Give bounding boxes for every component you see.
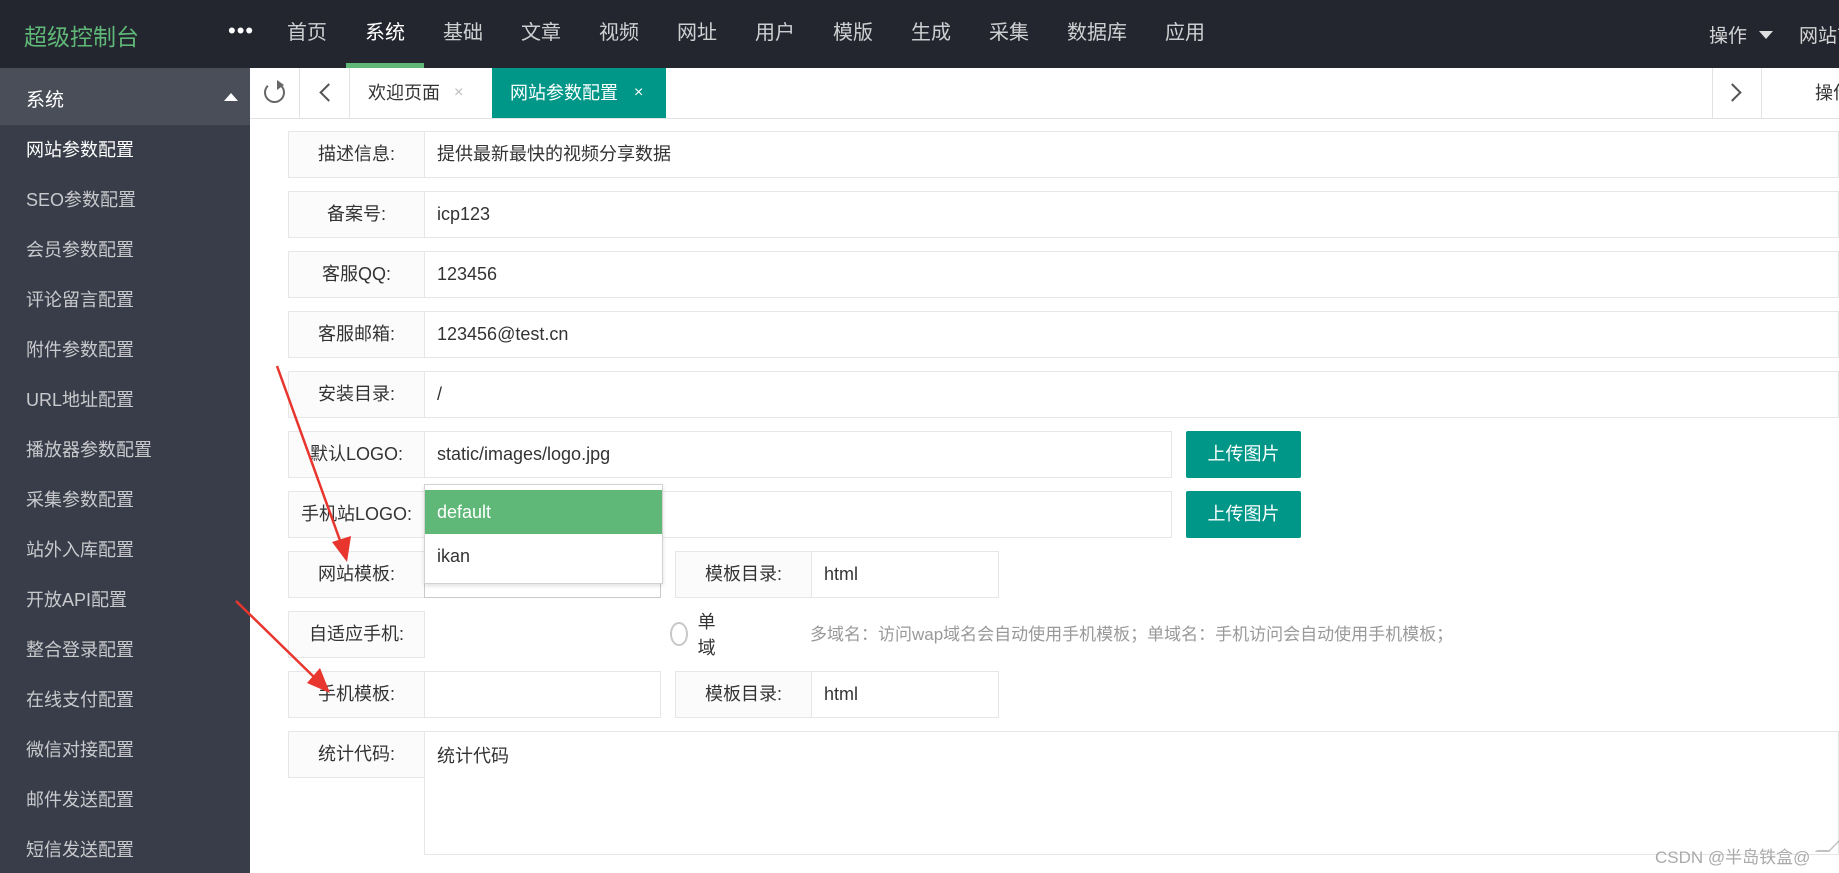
sidebar-item-player-config[interactable]: 播放器参数配置 xyxy=(0,425,250,475)
tab-operation-menu[interactable]: 操作 xyxy=(1815,68,1839,118)
header-site-link[interactable]: 网站首页 xyxy=(1799,21,1839,48)
adaptive-hint: 多域名：访问wap域名会自动使用手机模板；单域名：手机访问会自动使用手机模板； xyxy=(810,625,1454,644)
sidebar-item-api-config[interactable]: 开放API配置 xyxy=(0,575,250,625)
sidebar-item-comment-config[interactable]: 评论留言配置 xyxy=(0,275,250,325)
icp-input[interactable]: icp123 xyxy=(424,191,1839,238)
template-dir-input[interactable]: html xyxy=(811,551,999,598)
radio-circle-icon[interactable] xyxy=(670,622,688,646)
template-dropdown: default ikan xyxy=(424,484,663,584)
sidebar-item-seo-config[interactable]: SEO参数配置 xyxy=(0,175,250,225)
chevron-left-icon xyxy=(319,83,338,102)
logo-label: 默认LOGO: xyxy=(288,431,425,478)
close-icon[interactable]: × xyxy=(454,68,463,118)
top-nav: 首页 系统 基础 文章 视频 网址 用户 模版 生成 采集 数据库 应用 xyxy=(268,0,1224,68)
nav-video[interactable]: 视频 xyxy=(580,0,658,68)
mobile-template-label: 手机模板: xyxy=(288,671,425,718)
install-dir-label: 安装目录: xyxy=(288,371,425,418)
tab-welcome[interactable]: 欢迎页面 × xyxy=(350,68,493,118)
desc-label: 描述信息: xyxy=(288,131,425,178)
more-menu-icon[interactable]: ••• xyxy=(228,18,254,44)
single-domain-radio[interactable]: 单域 xyxy=(670,612,722,658)
nav-collect[interactable]: 采集 xyxy=(970,0,1048,68)
sidebar: 系统 网站参数配置 SEO参数配置 会员参数配置 评论留言配置 附件参数配置 U… xyxy=(0,68,250,873)
nav-template[interactable]: 模版 xyxy=(814,0,892,68)
header-operation-menu[interactable]: 操作 xyxy=(1709,21,1747,48)
mobile-logo-label: 手机站LOGO: xyxy=(288,491,425,538)
stats-textarea[interactable]: 统计代码 xyxy=(424,731,1839,855)
tab-prev-button[interactable] xyxy=(300,68,350,118)
nav-url[interactable]: 网址 xyxy=(658,0,736,68)
brand-logo[interactable]: 超级控制台 xyxy=(24,18,139,52)
header-right-menu: 操作 网站首页 xyxy=(1709,0,1839,68)
tab-site-config-label: 网站参数配置 xyxy=(510,83,618,103)
tab-site-config[interactable]: 网站参数配置 × xyxy=(492,68,666,118)
single-domain-label: 单域 xyxy=(697,612,716,658)
qq-input[interactable]: 123456 xyxy=(424,251,1839,298)
chevron-down-icon[interactable] xyxy=(1759,31,1773,39)
nav-database[interactable]: 数据库 xyxy=(1048,0,1146,68)
template-label: 网站模板: xyxy=(288,551,425,598)
template-dir-label: 模板目录: xyxy=(675,551,812,598)
qq-label: 客服QQ: xyxy=(288,251,425,298)
sidebar-group-system[interactable]: 系统 xyxy=(0,68,250,125)
nav-system[interactable]: 系统 xyxy=(346,0,424,68)
sidebar-item-url-config[interactable]: URL地址配置 xyxy=(0,375,250,425)
mobile-template-dir-input[interactable]: html xyxy=(811,671,999,718)
install-dir-input[interactable]: / xyxy=(424,371,1839,418)
mobile-template-select[interactable] xyxy=(424,671,661,718)
top-header: 超级控制台 ••• 首页 系统 基础 文章 视频 网址 用户 模版 生成 采集 … xyxy=(0,0,1839,68)
upload-mobile-logo-button[interactable]: 上传图片 xyxy=(1186,491,1301,538)
tab-next-button[interactable] xyxy=(1712,68,1762,118)
sidebar-list: 网站参数配置 SEO参数配置 会员参数配置 评论留言配置 附件参数配置 URL地… xyxy=(0,125,250,873)
stats-label: 统计代码: xyxy=(288,731,425,778)
sidebar-item-import-config[interactable]: 站外入库配置 xyxy=(0,525,250,575)
sidebar-group-title: 系统 xyxy=(26,90,65,111)
watermark: CSDN @半岛铁盒@ xyxy=(1655,848,1811,867)
desc-input[interactable]: 提供最新最快的视频分享数据 xyxy=(424,131,1839,178)
dropdown-option-ikan[interactable]: ikan xyxy=(425,534,662,578)
sidebar-item-site-config[interactable]: 网站参数配置 xyxy=(0,125,250,175)
icp-label: 备案号: xyxy=(288,191,425,238)
chevron-right-icon xyxy=(1723,83,1742,102)
nav-article[interactable]: 文章 xyxy=(502,0,580,68)
resize-handle-icon[interactable] xyxy=(1815,838,1839,852)
sidebar-item-wechat-config[interactable]: 微信对接配置 xyxy=(0,725,250,775)
sidebar-item-mail-config[interactable]: 邮件发送配置 xyxy=(0,775,250,825)
dropdown-option-default[interactable]: default xyxy=(425,490,662,534)
upload-logo-button[interactable]: 上传图片 xyxy=(1186,431,1301,478)
adaptive-label: 自适应手机: xyxy=(288,611,425,658)
sidebar-item-sms-config[interactable]: 短信发送配置 xyxy=(0,825,250,873)
close-icon[interactable]: × xyxy=(634,68,643,118)
nav-home[interactable]: 首页 xyxy=(268,0,346,68)
sidebar-item-member-config[interactable]: 会员参数配置 xyxy=(0,225,250,275)
nav-basic[interactable]: 基础 xyxy=(424,0,502,68)
logo-input[interactable]: static/images/logo.jpg xyxy=(424,431,1172,478)
tab-welcome-label: 欢迎页面 xyxy=(368,83,440,103)
tab-bar: 欢迎页面 × 网站参数配置 × 操作 xyxy=(250,68,1839,119)
nav-user[interactable]: 用户 xyxy=(736,0,814,68)
nav-generate[interactable]: 生成 xyxy=(892,0,970,68)
sidebar-item-payment-config[interactable]: 在线支付配置 xyxy=(0,675,250,725)
sidebar-item-login-config[interactable]: 整合登录配置 xyxy=(0,625,250,675)
email-input[interactable]: 123456@test.cn xyxy=(424,311,1839,358)
sidebar-item-attachment-config[interactable]: 附件参数配置 xyxy=(0,325,250,375)
chevron-up-icon xyxy=(224,93,238,101)
refresh-button[interactable] xyxy=(250,68,300,118)
sidebar-item-collect-config[interactable]: 采集参数配置 xyxy=(0,475,250,525)
refresh-arrow-icon xyxy=(277,80,284,90)
email-label: 客服邮箱: xyxy=(288,311,425,358)
mobile-template-dir-label: 模板目录: xyxy=(675,671,812,718)
stats-textarea-value: 统计代码 xyxy=(437,746,509,766)
nav-app[interactable]: 应用 xyxy=(1146,0,1224,68)
